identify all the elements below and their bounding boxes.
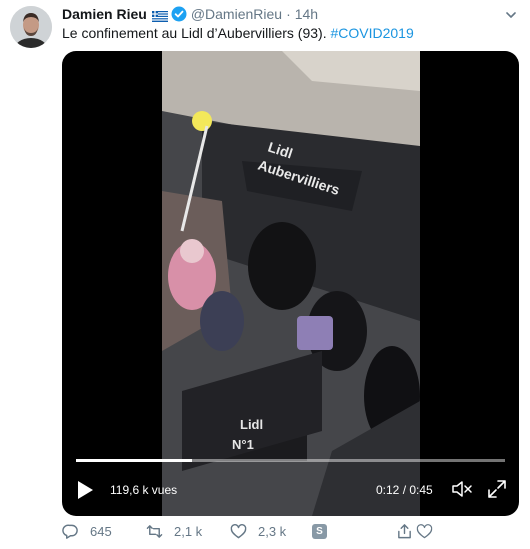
s-badge-button[interactable]: S: [312, 520, 327, 542]
video-progress-fill: [76, 459, 192, 462]
tweet-header: Damien Rieu @DamienRieu · 14h: [62, 5, 318, 23]
retweet-count: 2,1 k: [174, 523, 203, 539]
video-frame[interactable]: Lidl N°1 Lidl Aubervilliers: [162, 51, 420, 516]
greek-flag-icon: [151, 9, 168, 22]
share-button[interactable]: [396, 520, 433, 542]
video-controls: 119,6 k vues 0:12 / 0:45: [62, 471, 519, 507]
tweet-time[interactable]: 14h: [295, 6, 318, 22]
s-badge-icon: S: [312, 523, 327, 539]
hashtag-link[interactable]: #COVID2019: [330, 25, 413, 41]
retweet-button[interactable]: 2,1 k: [146, 520, 202, 542]
separator-dot: ·: [286, 6, 291, 22]
verified-badge-icon: [171, 6, 187, 22]
video-progress-bar[interactable]: [76, 459, 505, 462]
reply-button[interactable]: 645: [62, 520, 112, 542]
video-player[interactable]: Lidl N°1 Lidl Aubervilliers 119,6 k vues…: [62, 51, 519, 516]
video-timecode: 0:12 / 0:45: [376, 483, 433, 497]
counter-sign-line2: N°1: [232, 437, 254, 452]
tweet[interactable]: Damien Rieu @DamienRieu · 14h Le confine…: [0, 0, 530, 549]
author-handle[interactable]: @DamienRieu: [191, 6, 282, 22]
view-count: 119,6 k vues: [110, 483, 178, 497]
avatar[interactable]: [10, 6, 52, 48]
counter-sign-line1: Lidl: [240, 417, 263, 432]
share-icon: [398, 523, 411, 538]
chevron-down-icon[interactable]: [504, 8, 518, 22]
play-button[interactable]: [76, 480, 94, 500]
like-button[interactable]: 2,3 k: [230, 520, 286, 542]
heart-icon: [230, 523, 247, 538]
fullscreen-icon[interactable]: [487, 479, 507, 499]
reply-icon: [62, 524, 78, 539]
tweet-text: Le confinement au Lidl d’Aubervilliers (…: [62, 25, 414, 41]
heart-outline-icon[interactable]: [416, 523, 433, 540]
retweet-icon: [146, 524, 163, 538]
tweet-actions: 645 2,1 k 2,3 k S: [62, 520, 522, 542]
like-count: 2,3 k: [258, 523, 287, 539]
tweet-body: Le confinement au Lidl d’Aubervilliers (…: [62, 25, 331, 41]
author-name[interactable]: Damien Rieu: [62, 6, 147, 22]
volume-muted-icon[interactable]: [451, 479, 473, 499]
reply-count: 645: [90, 523, 112, 539]
